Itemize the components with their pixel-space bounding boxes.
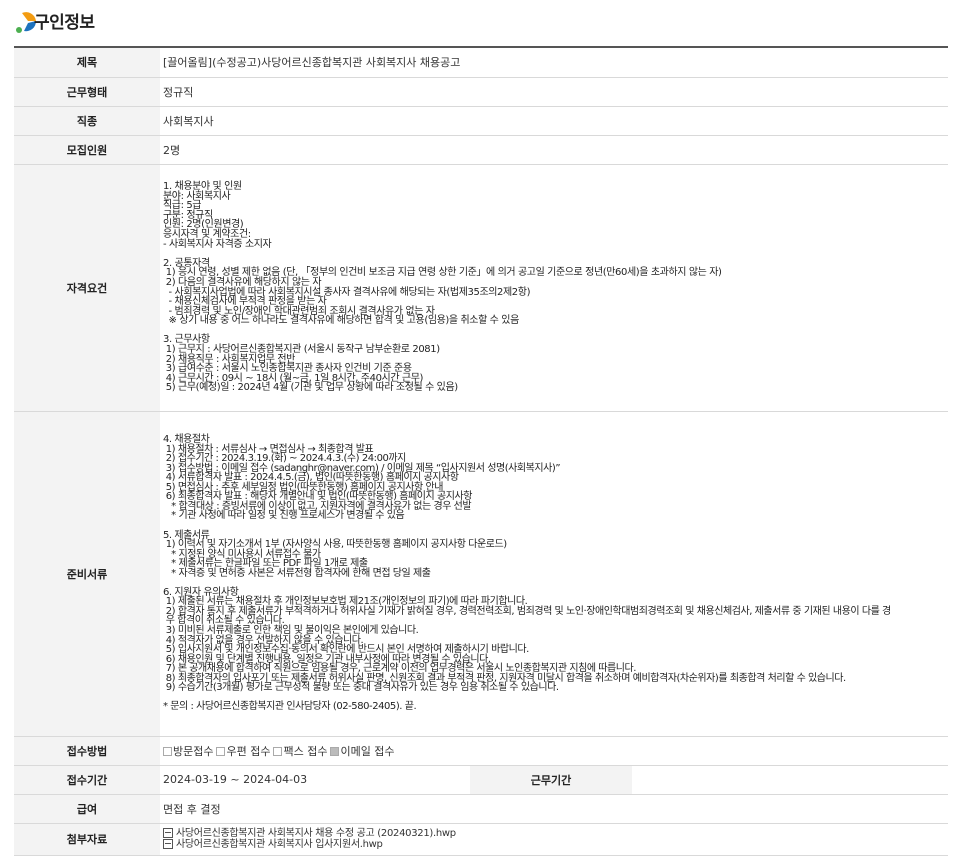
- requirements-line: 직급: 5급: [163, 200, 202, 212]
- label-headcount: 모집인원: [14, 135, 160, 165]
- documents-line: * 기관 사정에 따라 일정 및 진행 프로세스가 변경될 수 있음: [163, 510, 405, 522]
- requirements-line: 인원: 2명(인원변경): [163, 219, 244, 231]
- attachment-link[interactable]: 사당어르신종합복지관 사회복지사 입사지원서.hwp: [163, 839, 947, 850]
- row-title: 제목 [끌어올림](수정공고)사당어르신종합복지관 사회복지사 채용공고: [14, 46, 948, 78]
- label-job-type: 직종: [14, 106, 160, 136]
- value-attachments: 사당어르신종합복지관 사회복지사 채용 수정 공고 (20240321).hwp…: [160, 823, 948, 856]
- value-job-type: 사회복지사: [160, 106, 948, 136]
- checkbox-icon: [216, 747, 226, 756]
- page-title: 구인정보: [34, 13, 95, 33]
- row-salary: 급여 면접 후 결정: [14, 794, 948, 824]
- label-attachments: 첨부자료: [14, 823, 160, 856]
- attachment-filename: 사당어르신종합복지관 사회복지사 입사지원서.hwp: [176, 839, 383, 850]
- documents-line: * 자격증 및 면허증 사본은 서류전형 합격자에 한해 면접 당일 제출: [163, 567, 431, 579]
- page-header: 구인정보: [0, 0, 972, 40]
- label-work-period: 근무기간: [470, 765, 632, 795]
- value-documents: 4. 채용절차 1) 채용절차 : 서류심사 → 면접심사 → 최종합격 발표 …: [160, 411, 948, 737]
- apply-method-option: 팩스 접수: [273, 745, 327, 758]
- label-employment-type: 근무형태: [14, 77, 160, 107]
- label-salary: 급여: [14, 794, 160, 824]
- row-headcount: 모집인원 2명: [14, 135, 948, 165]
- documents-line: 9) 수습기간(3개월) 평가로 근무성적 불량 또는 중대 결격사유가 있는 …: [163, 682, 559, 694]
- value-requirements: 1. 채용분야 및 인원 분야: 사회복지사 직급: 5급 구분: 정규직 인원: 2명…: [160, 164, 948, 412]
- row-employment-type: 근무형태 정규직: [14, 77, 948, 107]
- job-info-table: 제목 [끌어올림](수정공고)사당어르신종합복지관 사회복지사 채용공고 근무형…: [14, 46, 948, 856]
- label-apply-method: 접수방법: [14, 736, 160, 766]
- apply-method-option-label: 우편 접수: [226, 744, 271, 758]
- requirements-line: - 사회복지사 자격증 소지자: [163, 238, 272, 250]
- value-work-period: [632, 765, 948, 795]
- value-employment-type: 정규직: [160, 77, 948, 107]
- apply-method-option: 이메일 접수: [330, 744, 395, 758]
- requirements-line: ※ 상기 내용 중 어느 하나라도 결격사유에 해당하면 합격 및 고용(임용)…: [163, 315, 520, 327]
- checkbox-icon: [330, 747, 340, 756]
- requirements-line: 응시자격 및 계약조건:: [163, 228, 251, 240]
- label-requirements: 자격요건: [14, 164, 160, 412]
- attachment-list: 사당어르신종합복지관 사회복지사 채용 수정 공고 (20240321).hwp…: [161, 828, 947, 850]
- requirements-line: 1. 채용분야 및 인원: [163, 180, 242, 192]
- requirements-line: [163, 249, 947, 259]
- checkbox-icon: [273, 747, 283, 756]
- row-documents: 준비서류 4. 채용절차 1) 채용절차 : 서류심사 → 면접심사 → 최종합…: [14, 411, 948, 737]
- row-attachments: 첨부자료 사당어르신종합복지관 사회복지사 채용 수정 공고 (20240321…: [14, 823, 948, 856]
- requirements-line: 5) 근무(예정)일 : 2024년 4월 (기관 및 업무 상황에 따라 조정…: [163, 382, 458, 394]
- value-title: [끌어올림](수정공고)사당어르신종합복지관 사회복지사 채용공고: [160, 46, 948, 78]
- label-apply-period: 접수기간: [14, 765, 160, 795]
- attachment-filename: 사당어르신종합복지관 사회복지사 채용 수정 공고 (20240321).hwp: [176, 828, 456, 839]
- label-title: 제목: [14, 46, 160, 78]
- value-apply-period: 2024-03-19 ~ 2024-04-03: [160, 765, 470, 795]
- row-apply-method: 접수방법 방문접수 우편 접수 팩스 접수 이메일 접수: [14, 736, 948, 766]
- file-icon: [163, 828, 173, 838]
- file-icon: [163, 839, 173, 849]
- documents-line: * 문의 : 사당어르신종합복지관 인사담당자 (02-580-2405). 끝…: [163, 701, 417, 713]
- row-job-type: 직종 사회복지사: [14, 106, 948, 136]
- apply-method-option-label: 팩스 접수: [283, 744, 328, 758]
- label-documents: 준비서류: [14, 411, 160, 737]
- apply-method-option-label: 방문접수: [173, 744, 214, 758]
- requirements-line: 분야: 사회복지사: [163, 190, 231, 202]
- documents-line: [163, 578, 947, 588]
- value-headcount: 2명: [160, 135, 948, 165]
- requirements-line: 구분: 정규직: [163, 209, 213, 221]
- requirements-text: 1. 채용분야 및 인원 분야: 사회복지사 직급: 5급 구분: 정규직 인원: 2명…: [161, 178, 947, 397]
- documents-text: 4. 채용절차 1) 채용절차 : 서류심사 → 면접심사 → 최종합격 발표 …: [161, 429, 947, 718]
- row-apply-period: 접수기간 2024-03-19 ~ 2024-04-03 근무기간: [14, 765, 948, 795]
- value-apply-method: 방문접수 우편 접수 팩스 접수 이메일 접수: [160, 736, 948, 766]
- apply-method-option-label: 이메일 접수: [340, 744, 395, 758]
- row-requirements: 자격요건 1. 채용분야 및 인원 분야: 사회복지사 직급: 5급 구분: 정규직 인…: [14, 164, 948, 412]
- attachment-link[interactable]: 사당어르신종합복지관 사회복지사 채용 수정 공고 (20240321).hwp: [163, 828, 947, 839]
- apply-method-option: 방문접수: [163, 745, 213, 758]
- value-salary: 면접 후 결정: [160, 794, 948, 824]
- apply-method-option: 우편 접수: [216, 745, 270, 758]
- checkbox-icon: [163, 747, 172, 756]
- documents-line: [163, 521, 947, 531]
- apply-method-options: 방문접수 우편 접수 팩스 접수 이메일 접수: [163, 745, 398, 758]
- requirements-line: [163, 326, 947, 336]
